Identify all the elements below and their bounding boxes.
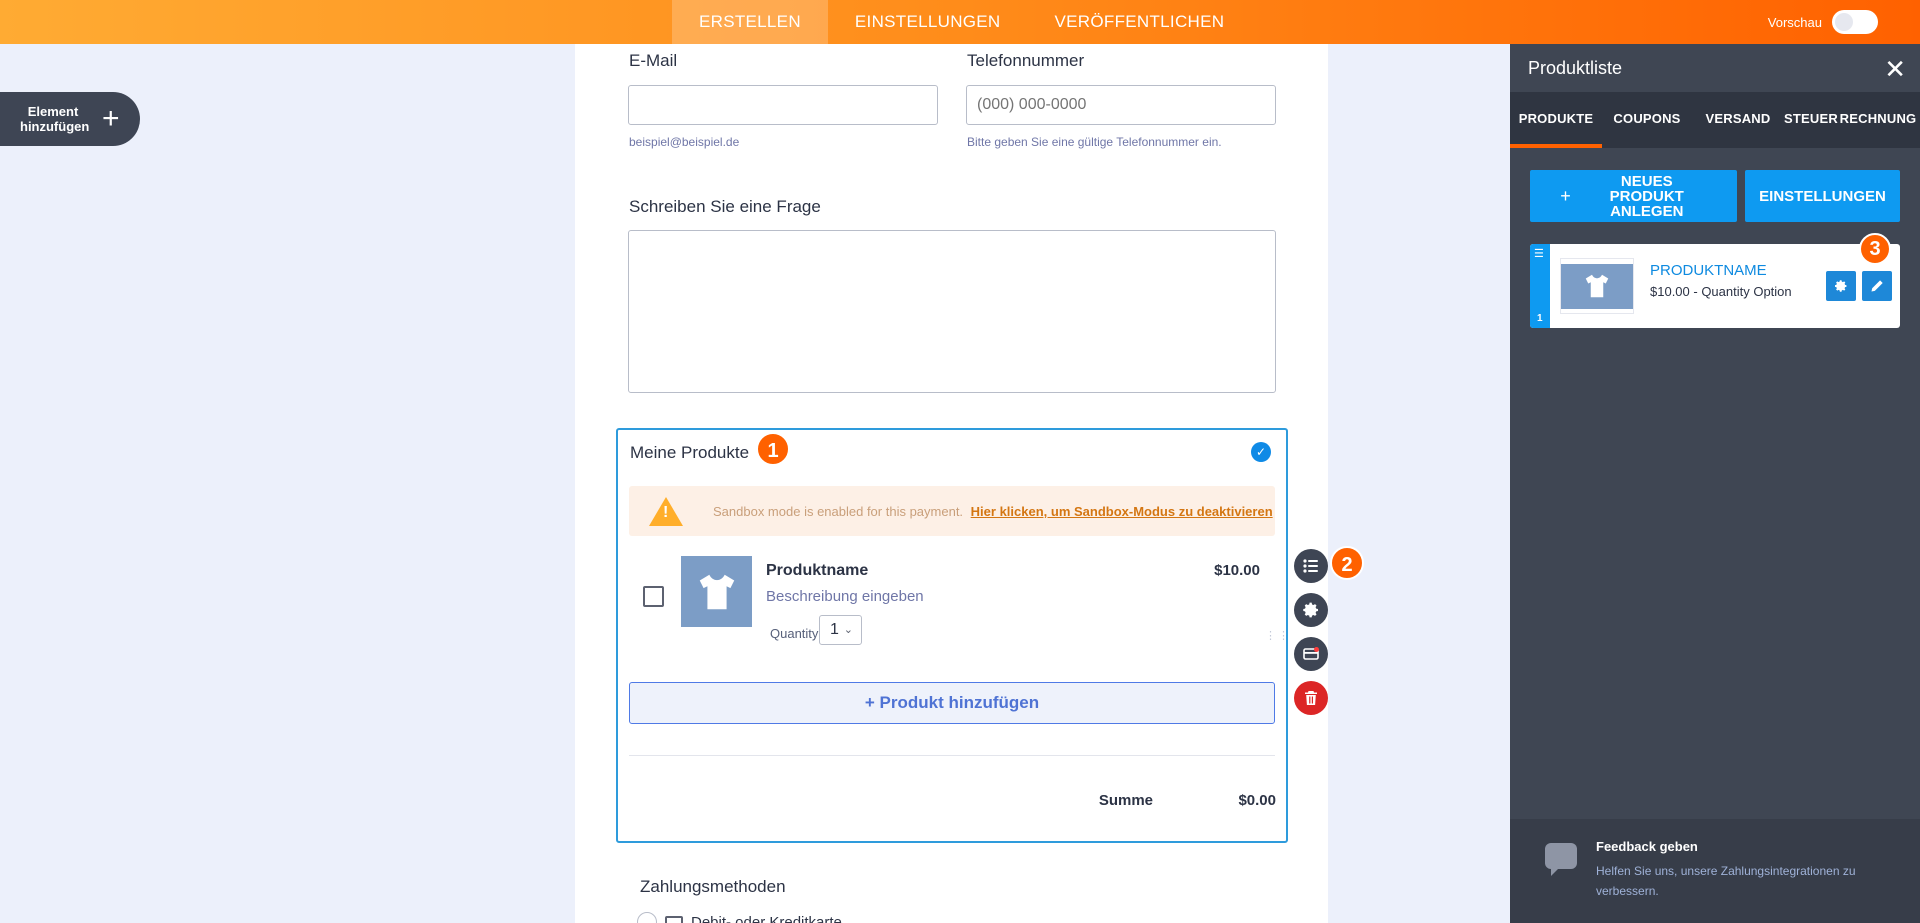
question-textarea[interactable] <box>628 230 1276 393</box>
top-bar: ERSTELLEN EINSTELLUNGEN VERÖFFENTLICHEN … <box>0 0 1920 44</box>
check-icon: ✓ <box>1251 442 1271 462</box>
product-list-button[interactable] <box>1294 549 1328 583</box>
tshirt-icon <box>699 574 734 609</box>
products-title: Meine Produkte <box>630 443 750 462</box>
step-badge-3: 3 <box>1859 233 1891 265</box>
tab-einstellungen[interactable]: EINSTELLUNGEN <box>828 0 1028 44</box>
drag-handle-icon: ☰ <box>1534 248 1544 260</box>
card-product-subtitle: $10.00 - Quantity Option <box>1650 284 1792 299</box>
plus-icon: + <box>102 102 120 135</box>
add-element-label-line1: Element <box>27 104 79 119</box>
products-widget[interactable]: Meine Produkte 1 ✓ ! Sandbox mode is ena… <box>616 428 1289 843</box>
sum-value: $0.00 <box>1238 792 1276 809</box>
sandbox-message: Sandbox mode is enabled for this payment… <box>713 503 964 519</box>
delete-button[interactable] <box>1294 681 1328 715</box>
chat-bubble-icon <box>1545 843 1577 876</box>
panel-tabs: PRODUKTE COUPONS VERSAND STEUER RECHNUNG <box>1510 92 1920 148</box>
product-description: Beschreibung eingeben <box>766 588 924 605</box>
product-card[interactable]: ☰ 1 PRODUKTNAME $10.00 - Quantity Option <box>1530 244 1900 328</box>
phone-label: Telefonnummer <box>967 51 1085 70</box>
feedback-title: Feedback geben <box>1596 839 1698 854</box>
close-icon[interactable]: ✕ <box>1884 54 1906 85</box>
step-badge-2: 2 <box>1330 546 1364 580</box>
card-drag-strip[interactable]: ☰ 1 <box>1530 244 1550 328</box>
card-edit-button[interactable] <box>1862 271 1892 301</box>
list-icon <box>1303 559 1318 573</box>
pencil-icon <box>1871 280 1883 292</box>
sandbox-disable-link[interactable]: Hier klicken, um Sandbox-Modus zu deakti… <box>971 504 1273 519</box>
product-settings-button[interactable] <box>1294 593 1328 627</box>
trash-icon <box>1305 691 1317 705</box>
card-product-image <box>1560 258 1634 314</box>
sum-label: Summe <box>1098 792 1153 809</box>
feedback-text: Helfen Sie uns, unsere Zahlungsintegrati… <box>1596 864 1856 898</box>
tab-steuer[interactable]: STEUER <box>1784 92 1838 148</box>
product-checkbox[interactable] <box>643 586 664 607</box>
add-element-label-line2: hinzufügen <box>20 119 90 134</box>
preview-toggle[interactable] <box>1832 10 1878 34</box>
panel-title: Produktliste <box>1528 58 1623 78</box>
preview-label: Vorschau <box>1767 14 1822 30</box>
tab-versand[interactable]: VERSAND <box>1692 92 1784 148</box>
product-list-panel: Produktliste ✕ PRODUKTE COUPONS VERSAND … <box>1510 44 1920 923</box>
payment-methods-label: Zahlungsmethoden <box>640 877 786 896</box>
drag-handle-icon[interactable]: ⋮⋮ <box>1265 631 1289 651</box>
email-field[interactable] <box>628 85 938 125</box>
email-label: E-Mail <box>629 51 678 70</box>
phone-help: Bitte geben Sie eine gültige Telefonnumm… <box>967 135 1222 149</box>
sandbox-text: Sandbox mode is enabled for this payment… <box>713 504 1273 519</box>
gear-icon <box>1303 602 1319 618</box>
card-product-name: PRODUKTNAME <box>1650 262 1767 279</box>
tab-veroeffentlichen[interactable]: VERÖFFENTLICHEN <box>1028 0 1252 44</box>
new-product-button[interactable]: + NEUES PRODUKT ANLEGEN <box>1530 170 1737 222</box>
payment-option-card[interactable]: Debit- oder Kreditkarte <box>637 912 842 923</box>
radio-button[interactable] <box>637 912 657 923</box>
warning-icon: ! <box>649 496 683 526</box>
quantity-label: Quantity <box>770 626 819 641</box>
panel-settings-button[interactable]: EINSTELLUNGEN <box>1745 170 1900 222</box>
plus-icon: + <box>1560 185 1571 206</box>
credit-card-icon <box>665 916 683 923</box>
builder-tabs: ERSTELLEN EINSTELLUNGEN VERÖFFENTLICHEN <box>672 0 1251 44</box>
product-price: $10.00 <box>1214 562 1260 579</box>
gear-icon <box>1834 280 1847 292</box>
payment-option-label: Debit- oder Kreditkarte <box>691 913 842 923</box>
question-label: Schreiben Sie eine Frage <box>629 197 821 216</box>
divider <box>629 755 1275 756</box>
phone-field[interactable] <box>966 85 1276 125</box>
tab-erstellen[interactable]: ERSTELLEN <box>672 0 828 44</box>
product-name: Produktname <box>766 562 869 579</box>
new-product-label: NEUES PRODUKT ANLEGEN <box>1609 172 1684 220</box>
add-product-button[interactable]: + Produkt hinzufügen <box>629 682 1275 724</box>
email-help: beispiel@beispiel.de <box>629 135 740 149</box>
chevron-down-icon: ⌄ <box>843 624 853 636</box>
step-badge-1: 1 <box>756 432 790 466</box>
quantity-value: 1 <box>830 621 839 638</box>
tshirt-icon <box>1585 274 1609 298</box>
payment-settings-button[interactable] <box>1294 637 1328 671</box>
quantity-select[interactable]: 1 ⌄ <box>819 615 862 645</box>
card-settings-icon <box>1303 647 1319 660</box>
add-element-button[interactable]: Element hinzufügen + <box>0 92 140 146</box>
tab-rechnung[interactable]: RECHNUNG <box>1836 92 1920 148</box>
product-image <box>681 556 752 627</box>
add-element-label: Element hinzufügen <box>20 104 90 134</box>
tab-coupons[interactable]: COUPONS <box>1602 92 1692 148</box>
card-settings-button[interactable] <box>1826 271 1856 301</box>
product-row: Produktname Beschreibung eingeben Quanti… <box>629 548 1289 651</box>
card-index: 1 <box>1537 313 1543 324</box>
tab-produkte[interactable]: PRODUKTE <box>1510 92 1602 148</box>
feedback-section[interactable]: Feedback geben Helfen Sie uns, unsere Za… <box>1510 819 1920 923</box>
preview-control: Vorschau <box>1768 0 1878 44</box>
sandbox-notice: ! Sandbox mode is enabled for this payme… <box>629 486 1275 536</box>
